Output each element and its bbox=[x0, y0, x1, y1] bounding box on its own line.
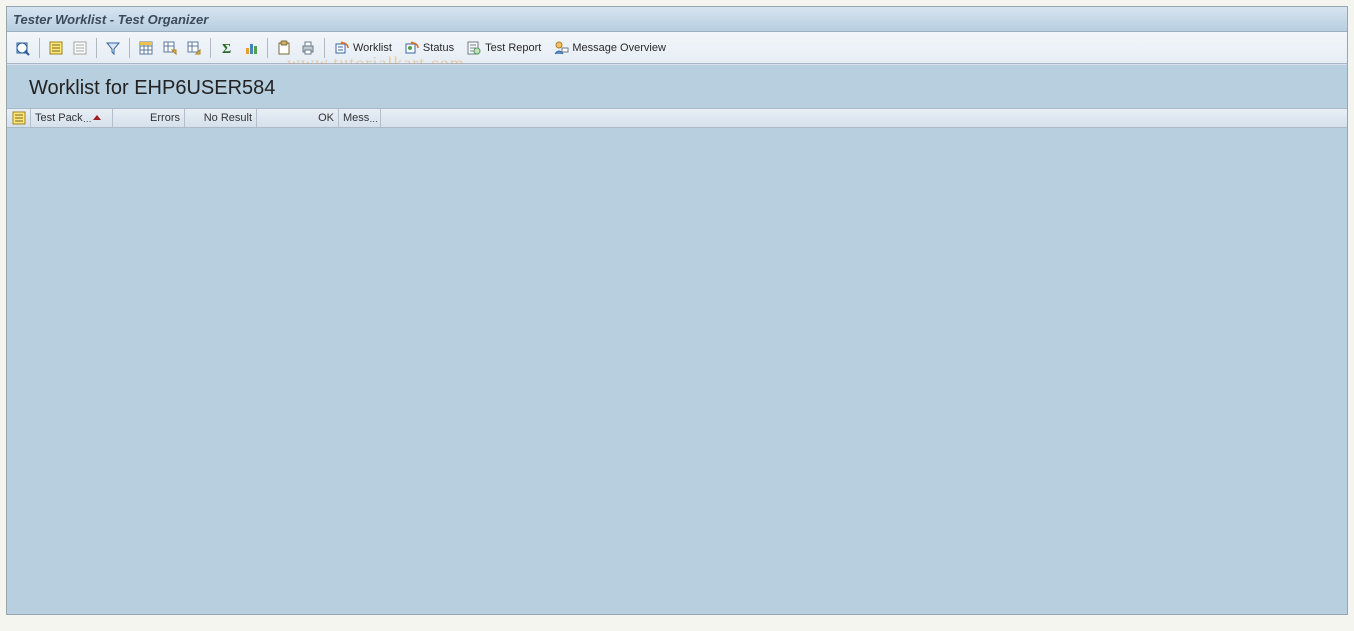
column-test-pack[interactable]: Test Pack… bbox=[31, 109, 113, 127]
truncation-dots: … bbox=[83, 114, 91, 124]
column-no-result-label: No Result bbox=[204, 112, 252, 124]
title-bar: Tester Worklist - Test Organizer bbox=[7, 7, 1347, 32]
separator bbox=[96, 38, 97, 58]
worklist-grid: Test Pack… Errors No Result OK Mess… bbox=[7, 108, 1347, 128]
column-errors[interactable]: Errors bbox=[113, 109, 185, 127]
window-title: Tester Worklist - Test Organizer bbox=[13, 12, 208, 27]
svg-text:Σ: Σ bbox=[222, 42, 231, 56]
sum-icon[interactable]: Σ bbox=[216, 37, 238, 59]
message-overview-label: Message Overview bbox=[572, 42, 666, 54]
grid-icon[interactable] bbox=[135, 37, 157, 59]
filter-icon[interactable] bbox=[102, 37, 124, 59]
select-all-column[interactable] bbox=[7, 109, 31, 127]
deselect-block-icon[interactable] bbox=[69, 37, 91, 59]
column-test-pack-label: Test Pack bbox=[35, 112, 83, 124]
separator bbox=[267, 38, 268, 58]
column-mess[interactable]: Mess… bbox=[339, 109, 381, 127]
grid-expand-icon[interactable] bbox=[183, 37, 205, 59]
status-label: Status bbox=[423, 42, 454, 54]
separator bbox=[129, 38, 130, 58]
test-report-label: Test Report bbox=[485, 42, 541, 54]
details-icon[interactable] bbox=[12, 37, 34, 59]
worklist-label: Worklist bbox=[353, 42, 392, 54]
column-no-result[interactable]: No Result bbox=[185, 109, 257, 127]
column-ok[interactable]: OK bbox=[257, 109, 339, 127]
column-mess-label: Mess bbox=[343, 112, 369, 124]
column-ok-label: OK bbox=[318, 112, 334, 124]
separator bbox=[39, 38, 40, 58]
page-title: Worklist for EHP6USER584 bbox=[7, 65, 1347, 108]
worklist-button[interactable]: Worklist bbox=[331, 37, 397, 59]
message-overview-button[interactable]: Message Overview bbox=[550, 37, 671, 59]
sort-ascending-icon bbox=[93, 115, 101, 120]
separator bbox=[324, 38, 325, 58]
toolbar: Σ Worklist Status Test Report Message Ov bbox=[7, 32, 1347, 64]
app-window: Tester Worklist - Test Organizer bbox=[6, 6, 1348, 615]
grid-collapse-icon[interactable] bbox=[159, 37, 181, 59]
select-block-icon[interactable] bbox=[45, 37, 67, 59]
truncation-dots: … bbox=[369, 114, 377, 124]
content-area: Worklist for EHP6USER584 Test Pack… Erro… bbox=[7, 64, 1347, 614]
print-icon[interactable] bbox=[297, 37, 319, 59]
separator bbox=[210, 38, 211, 58]
test-report-button[interactable]: Test Report bbox=[463, 37, 546, 59]
column-errors-label: Errors bbox=[150, 112, 180, 124]
barchart-icon[interactable] bbox=[240, 37, 262, 59]
clipboard-icon[interactable] bbox=[273, 37, 295, 59]
grid-header-row: Test Pack… Errors No Result OK Mess… bbox=[7, 108, 1347, 128]
status-button[interactable]: Status bbox=[401, 37, 459, 59]
